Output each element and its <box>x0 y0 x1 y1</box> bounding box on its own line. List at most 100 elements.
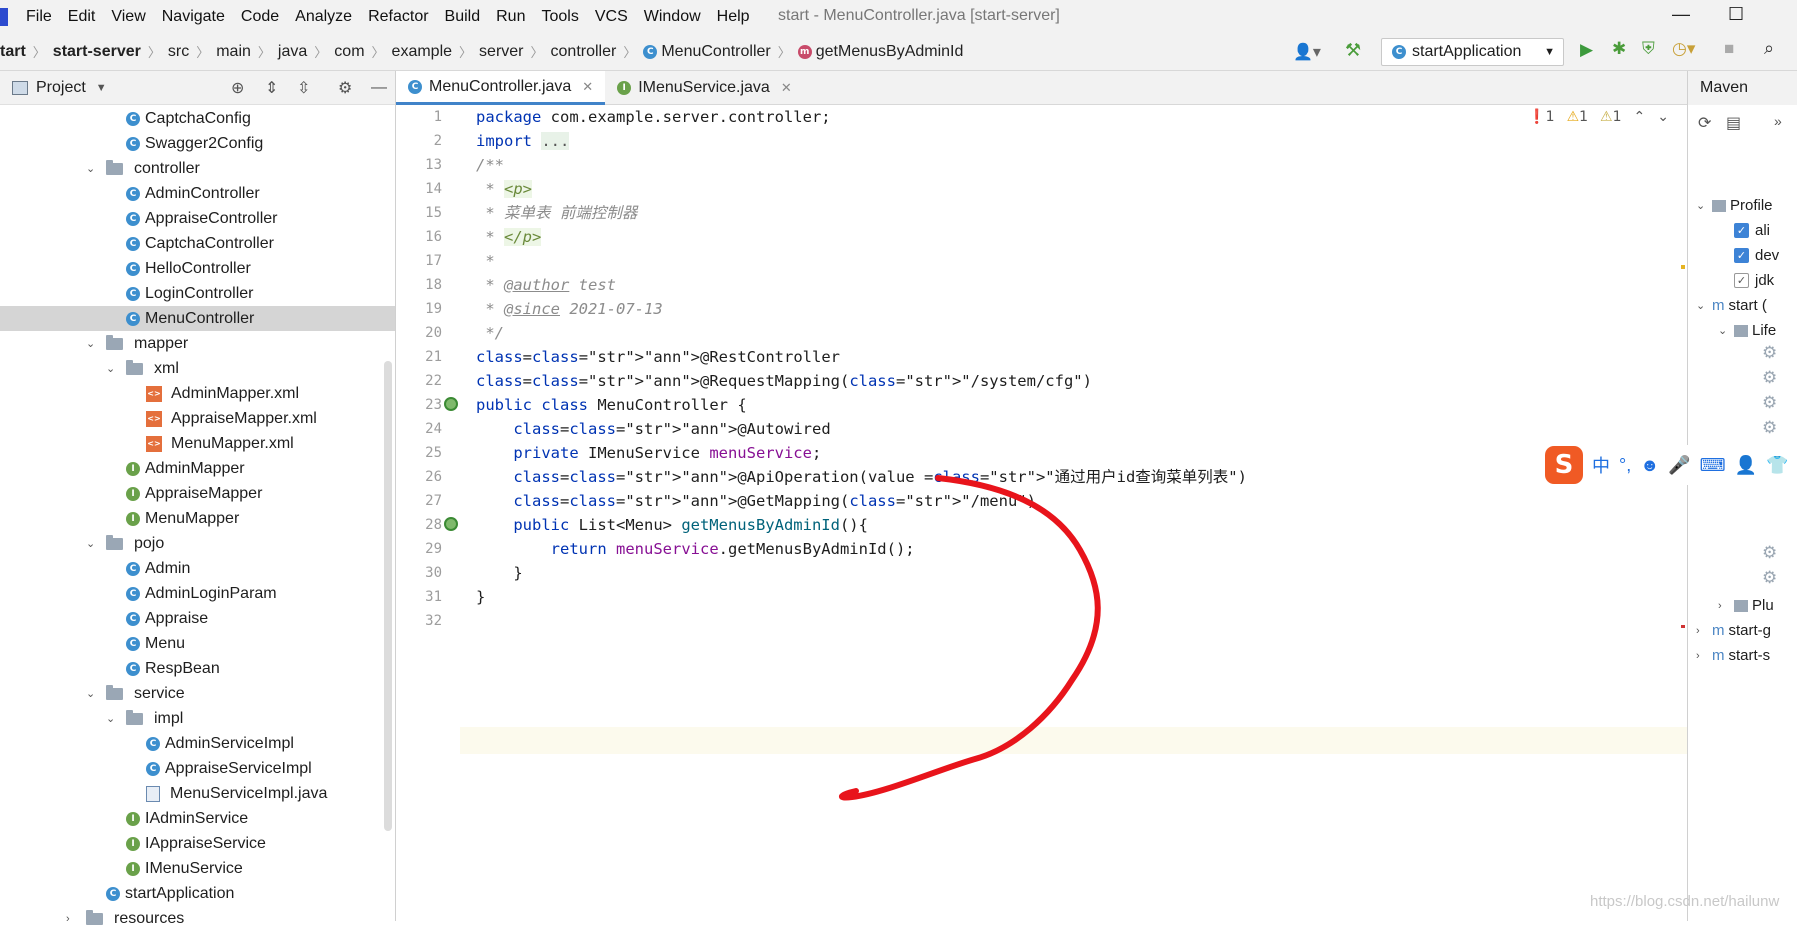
chevron-down-icon[interactable]: ▼ <box>96 82 107 94</box>
skin-icon[interactable]: 👕 <box>1766 455 1788 476</box>
chevron-down-icon[interactable]: ⌄ <box>86 162 100 175</box>
ime-toolbar[interactable]: S 中 °, ☻ 🎤 ⌨ 👤 👕 <box>1545 445 1797 485</box>
tree-file[interactable]: C LoginController <box>0 281 395 306</box>
tree-file[interactable]: C RespBean <box>0 656 395 681</box>
breadcrumb-example[interactable]: example <box>392 43 452 61</box>
more-icon[interactable]: » <box>1774 113 1782 129</box>
tree-scrollbar[interactable] <box>384 361 392 831</box>
tree-folder[interactable]: ⌄ service <box>0 681 395 706</box>
user-icon[interactable]: 👤▾ <box>1293 42 1321 62</box>
tree-file[interactable]: C MenuController <box>0 306 395 331</box>
profile-icon[interactable]: ◷▾ <box>1672 39 1695 59</box>
close-icon[interactable]: ✕ <box>582 79 593 95</box>
tree-file[interactable]: <> AdminMapper.xml <box>0 381 395 406</box>
maximize-icon[interactable]: ☐ <box>1728 4 1744 25</box>
tree-file[interactable]: C HelloController <box>0 256 395 281</box>
maven-profiles-node[interactable]: ⌄ Profile <box>1696 193 1773 218</box>
gear-icon[interactable]: ⚙ <box>1762 368 1777 388</box>
tree-file[interactable]: I MenuMapper <box>0 506 395 531</box>
tree-file[interactable]: C CaptchaController <box>0 231 395 256</box>
microphone-icon[interactable]: 🎤 <box>1668 455 1690 476</box>
tree-file[interactable]: I AdminMapper <box>0 456 395 481</box>
debug-icon[interactable]: ✱ <box>1612 39 1626 59</box>
chevron-down-icon[interactable]: ⌄ <box>86 537 100 550</box>
locate-icon[interactable]: ⊕ <box>231 78 244 98</box>
minimize-icon[interactable]: — <box>1672 4 1690 25</box>
tree-file[interactable]: I IAdminService <box>0 806 395 831</box>
code-editor[interactable]: ❗1 ⚠1 ⚠1 ⌃ ⌄ package com.example.server.… <box>460 105 1687 921</box>
gear-icon[interactable]: ⚙ <box>338 78 352 98</box>
punctuation-icon[interactable]: °, <box>1619 455 1631 476</box>
chevron-down-icon[interactable]: ⌄ <box>106 712 120 725</box>
chevron-down-icon[interactable]: ⌄ <box>106 362 120 375</box>
menu-build[interactable]: Build <box>437 8 489 26</box>
tree-file[interactable]: CstartApplication <box>0 881 395 906</box>
reimport-folder-icon[interactable]: ▤ <box>1726 113 1741 133</box>
chevron-right-icon[interactable]: › <box>66 913 80 925</box>
tree-file[interactable]: C AppraiseController <box>0 206 395 231</box>
tree-folder[interactable]: ⌄ xml <box>0 356 395 381</box>
tab-imenuservice[interactable]: I IMenuService.java ✕ <box>605 71 804 105</box>
gear-icon[interactable]: ⚙ <box>1762 343 1777 363</box>
breadcrumb-src[interactable]: src <box>168 43 189 61</box>
menu-file[interactable]: File <box>18 8 60 26</box>
menu-edit[interactable]: Edit <box>60 8 104 26</box>
maven-project-start-g[interactable]: › m start-g <box>1696 618 1771 643</box>
warning-stripe-mark[interactable] <box>1681 265 1685 269</box>
chevron-down-icon[interactable]: ⌄ <box>86 687 100 700</box>
breadcrumb-method[interactable]: m getMenusByAdminId <box>797 43 963 61</box>
stop-icon[interactable]: ■ <box>1724 39 1734 59</box>
tree-file[interactable]: C Menu <box>0 631 395 656</box>
breadcrumb-java[interactable]: java <box>278 43 307 61</box>
breadcrumb-server[interactable]: server <box>479 43 523 61</box>
spring-bean-icon[interactable] <box>444 517 458 531</box>
menu-code[interactable]: Code <box>233 8 287 26</box>
menu-navigate[interactable]: Navigate <box>154 8 233 26</box>
hide-panel-icon[interactable]: — <box>371 79 387 97</box>
chevron-down-icon[interactable]: ⌄ <box>86 337 100 350</box>
gear-icon[interactable]: ⚙ <box>1762 543 1777 563</box>
maven-project-start-s[interactable]: › m start-s <box>1696 643 1770 668</box>
profile-ali[interactable]: ✓ ali <box>1734 218 1770 243</box>
tree-file[interactable]: C CaptchaConfig <box>0 106 395 131</box>
project-panel-title[interactable]: Project <box>36 79 86 97</box>
menu-window[interactable]: Window <box>636 8 709 26</box>
ime-language-toggle[interactable]: 中 <box>1592 452 1610 478</box>
menu-view[interactable]: View <box>103 8 153 26</box>
menu-vcs[interactable]: VCS <box>587 8 636 26</box>
breadcrumb-module[interactable]: start-server <box>53 43 141 61</box>
tree-file[interactable]: I IMenuService <box>0 856 395 881</box>
maven-project-start[interactable]: ⌄ m start ( <box>1696 293 1767 318</box>
tree-folder[interactable]: ⌄ mapper <box>0 331 395 356</box>
tree-file[interactable]: <> MenuMapper.xml <box>0 431 395 456</box>
run-configuration-select[interactable]: C startApplication ▼ <box>1381 38 1564 66</box>
checkbox-checked-icon[interactable]: ✓ <box>1734 248 1749 263</box>
tree-folder[interactable]: ⌄ pojo <box>0 531 395 556</box>
keyboard-icon[interactable]: ⌨ <box>1700 455 1726 476</box>
menu-help[interactable]: Help <box>709 8 758 26</box>
tree-file[interactable]: C AppraiseServiceImpl <box>0 756 395 781</box>
menu-run[interactable]: Run <box>488 8 533 26</box>
tree-file[interactable]: C Admin <box>0 556 395 581</box>
profile-jdk[interactable]: ✓ jdk <box>1734 268 1774 293</box>
tree-folder[interactable]: › resources <box>0 906 395 931</box>
checkbox-unchecked-icon[interactable]: ✓ <box>1734 273 1749 288</box>
tree-file[interactable]: I IAppraiseService <box>0 831 395 856</box>
breadcrumb-project[interactable]: tart <box>0 43 26 61</box>
tree-file[interactable]: C AdminLoginParam <box>0 581 395 606</box>
maven-lifecycle-node[interactable]: ⌄ Life <box>1718 318 1776 343</box>
coverage-icon[interactable]: ⛨ <box>1642 39 1655 59</box>
close-icon[interactable]: ✕ <box>781 80 792 96</box>
gear-icon[interactable]: ⚙ <box>1762 568 1777 588</box>
breadcrumb-main[interactable]: main <box>216 43 251 61</box>
breadcrumb-controller[interactable]: controller <box>551 43 617 61</box>
tree-folder[interactable]: ⌄ impl <box>0 706 395 731</box>
tree-file[interactable]: C AdminController <box>0 181 395 206</box>
build-hammer-icon[interactable]: ⚒ <box>1345 40 1361 61</box>
tree-folder[interactable]: ⌄ controller <box>0 156 395 181</box>
menu-tools[interactable]: Tools <box>533 8 586 26</box>
menu-analyze[interactable]: Analyze <box>287 8 360 26</box>
line-number-gutter[interactable]: 1 2 13 14 15 16 17 18 19 20 21 22 23 24 25 26 27 28 29 30 31… <box>396 105 460 921</box>
run-icon[interactable]: ▶ <box>1580 40 1593 60</box>
maven-panel-title[interactable]: Maven <box>1700 79 1748 97</box>
